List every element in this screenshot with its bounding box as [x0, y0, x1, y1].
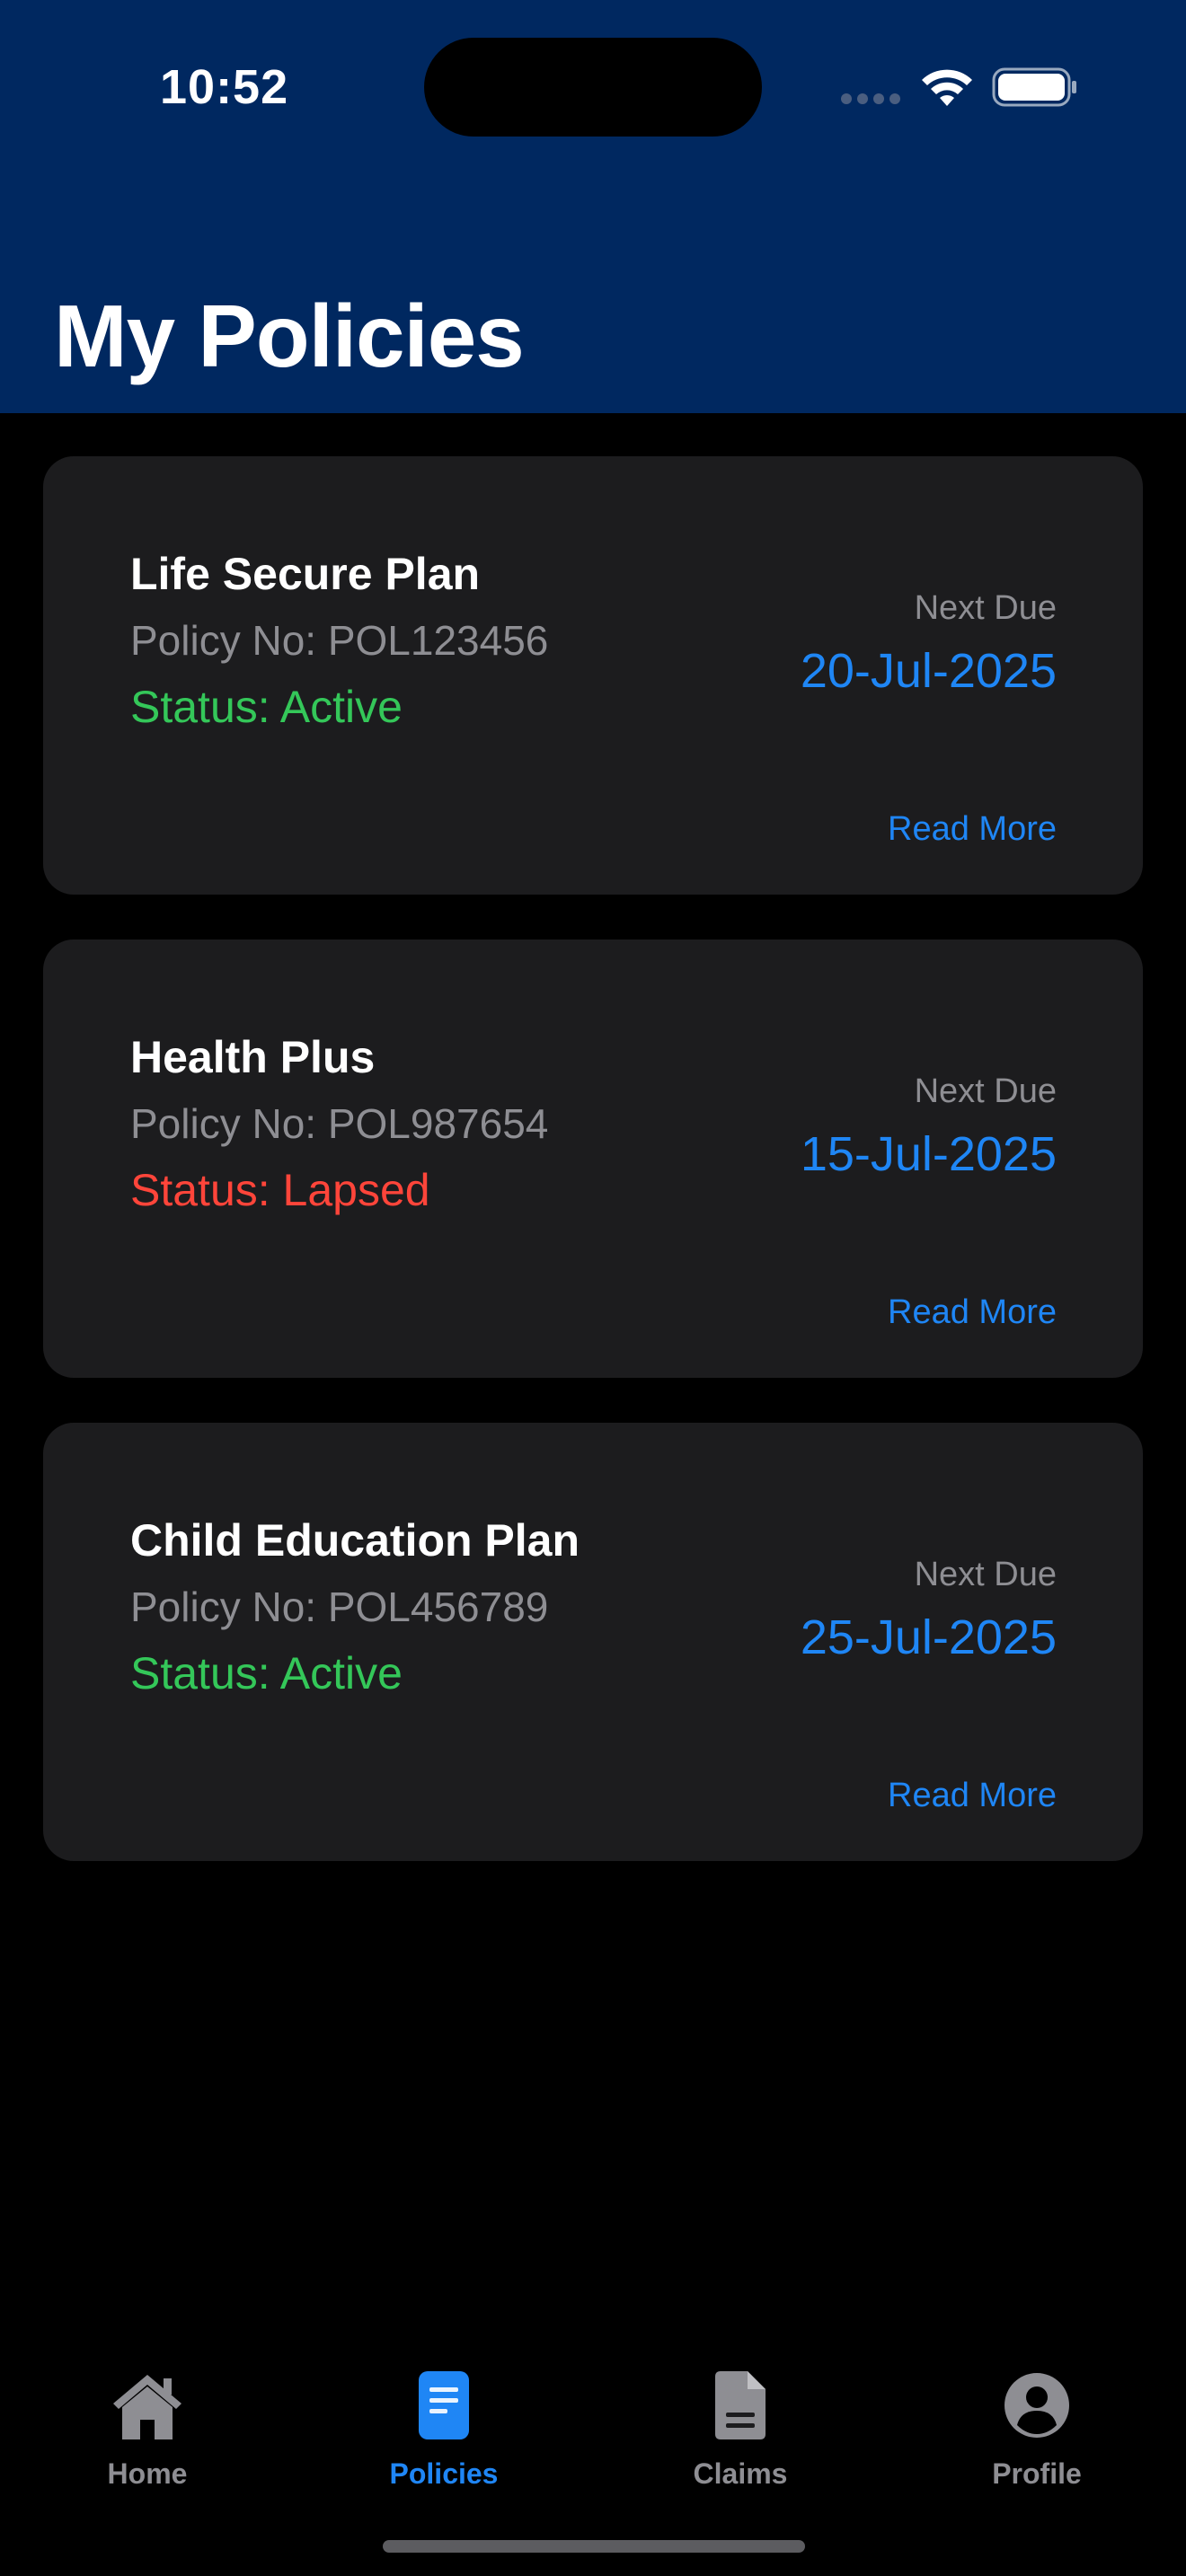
document-icon [419, 2371, 469, 2439]
next-due-label: Next Due [914, 1072, 1057, 1110]
tab-label-claims: Claims [693, 2457, 788, 2490]
tab-label-profile: Profile [992, 2457, 1082, 2490]
file-icon [715, 2371, 766, 2439]
policy-card[interactable]: Life Secure Plan Policy No: POL123456 St… [43, 456, 1143, 895]
status-bar-time: 10:52 [160, 60, 289, 114]
policy-number: Policy No: POL456789 [130, 1584, 549, 1630]
dynamic-island [424, 38, 762, 137]
policy-name: Life Secure Plan [130, 549, 481, 599]
wifi-icon [922, 69, 972, 106]
policy-status: Status: Active [130, 682, 403, 732]
next-due-date: 20-Jul-2025 [800, 644, 1057, 698]
next-due-date: 25-Jul-2025 [800, 1610, 1057, 1664]
home-indicator[interactable] [383, 2540, 805, 2553]
page-title: My Policies [54, 287, 525, 385]
policy-card[interactable]: Health Plus Policy No: POL987654 Status:… [43, 940, 1143, 1378]
policy-status: Status: Active [130, 1648, 403, 1698]
policy-number: Policy No: POL123456 [130, 617, 549, 664]
policy-number: Policy No: POL987654 [130, 1100, 549, 1147]
tab-claims[interactable]: Claims [651, 2368, 830, 2493]
tab-home[interactable]: Home [58, 2368, 237, 2493]
tab-profile[interactable]: Profile [947, 2368, 1127, 2493]
person-circle-icon [1005, 2373, 1069, 2438]
policy-name: Health Plus [130, 1032, 376, 1082]
next-due-label: Next Due [914, 1556, 1057, 1593]
next-due-label: Next Due [914, 589, 1057, 627]
battery-icon [992, 67, 1076, 107]
read-more-link[interactable]: Read More [888, 1293, 1057, 1332]
read-more-link[interactable]: Read More [888, 1777, 1057, 1815]
tab-label-policies: Policies [389, 2457, 499, 2490]
policy-status: Status: Lapsed [130, 1165, 430, 1215]
cellular-signal-icon [841, 93, 904, 106]
house-icon [113, 2375, 181, 2439]
policy-name: Child Education Plan [130, 1515, 580, 1566]
tab-label-home: Home [107, 2457, 188, 2490]
policy-card[interactable]: Child Education Plan Policy No: POL45678… [43, 1423, 1143, 1861]
next-due-date: 15-Jul-2025 [800, 1127, 1057, 1181]
read-more-link[interactable]: Read More [888, 810, 1057, 849]
screen: 10:52 My Policies Life Secure Plan Polic… [0, 0, 1186, 2576]
header: 10:52 My Policies [0, 0, 1186, 413]
tab-policies[interactable]: Policies [354, 2368, 534, 2493]
tab-bar: Home Policies Claims Profile [0, 2353, 1186, 2490]
